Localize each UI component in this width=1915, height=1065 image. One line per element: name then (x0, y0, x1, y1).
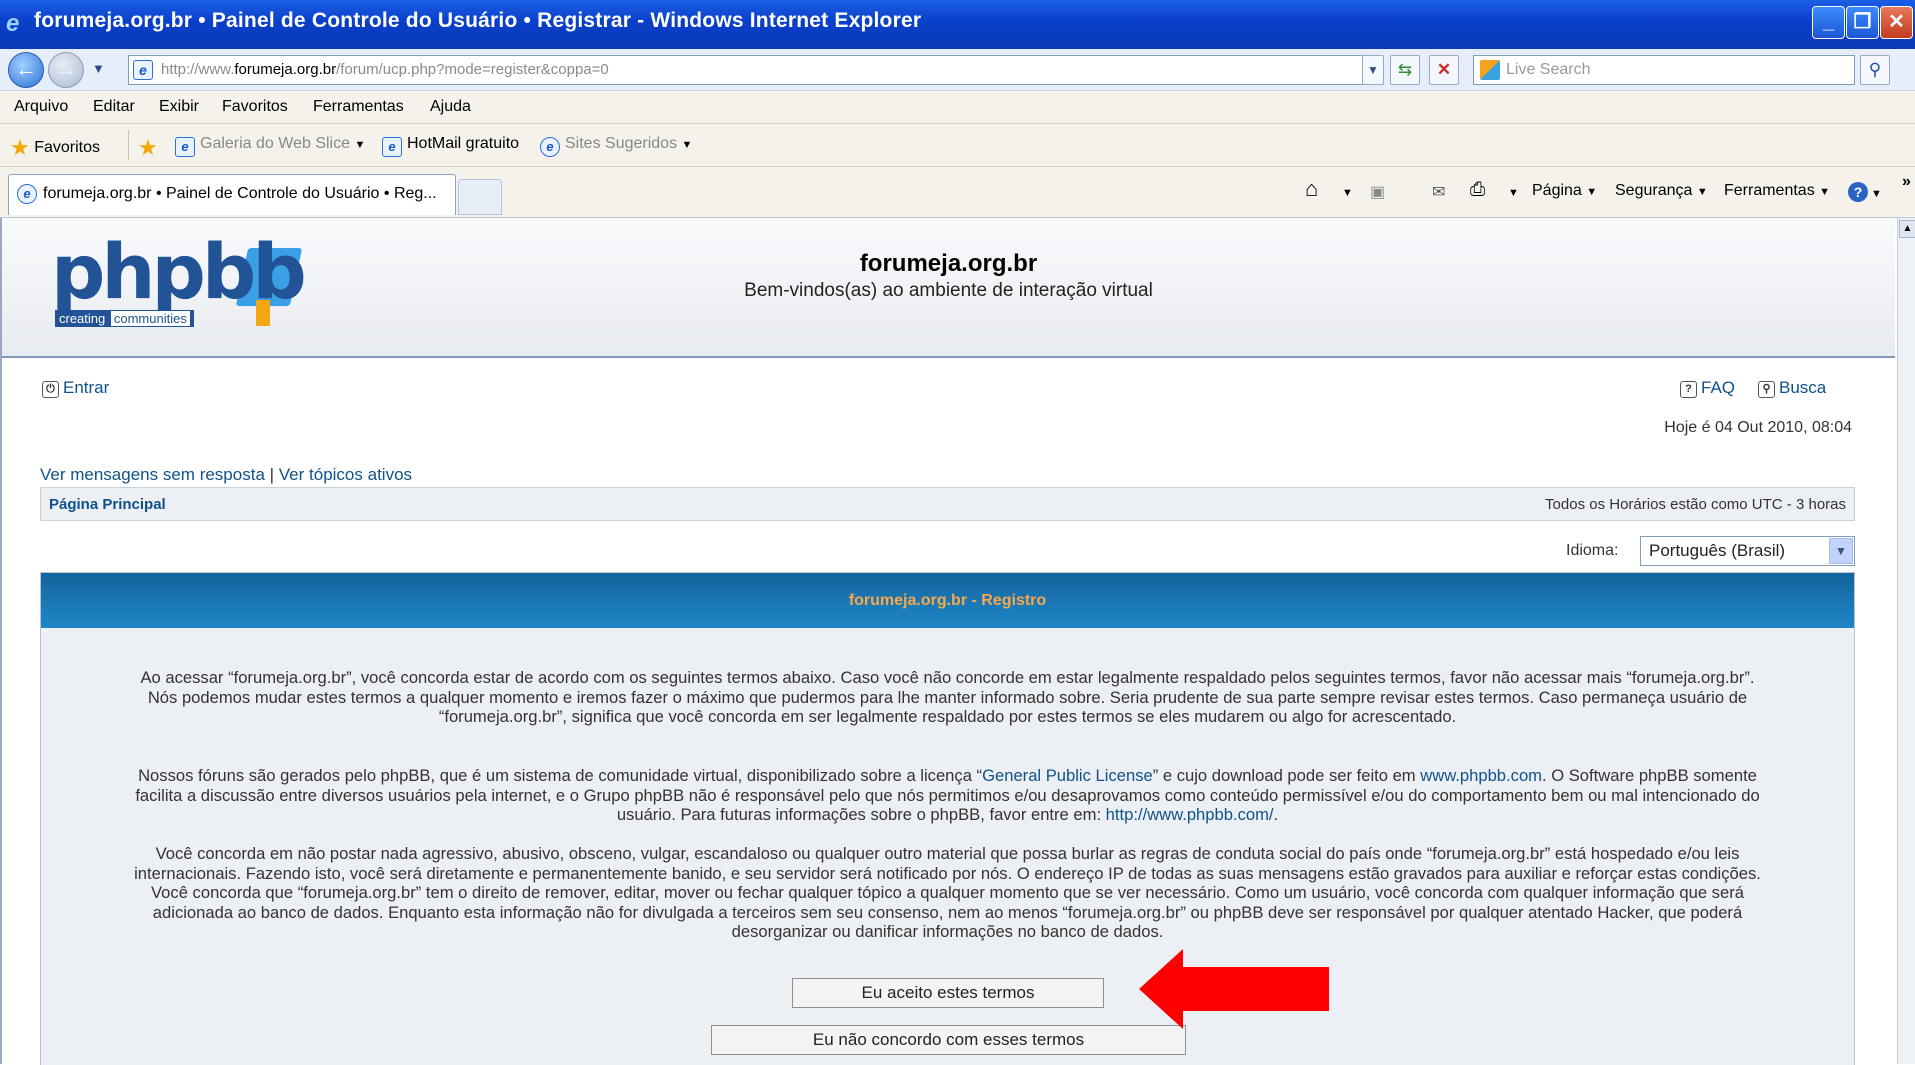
star-icon: ★ (10, 135, 30, 160)
favorites-bar: ★ Favoritos ★ e Galeria do Web Slice ▼ eH… (0, 124, 1915, 167)
menu-bar: Arquivo Editar Exibir Favoritos Ferramen… (0, 91, 1915, 124)
ie-page-icon: e (17, 184, 37, 204)
back-button[interactable]: ← (8, 52, 44, 88)
panel-heading: forumeja.org.br - Registro (848, 592, 1047, 609)
add-favorite-icon[interactable]: ★ (138, 135, 158, 161)
login-icon: ⏻ (42, 381, 59, 398)
language-select[interactable]: Português (Brasil) ▼ (1640, 536, 1855, 566)
print-dropdown-icon[interactable]: ▼ (1508, 187, 1519, 199)
address-field[interactable]: e http://www.forumeja.org.br/forum/ucp.p… (128, 55, 1363, 85)
breadcrumb-home-link[interactable]: Página Principal (49, 496, 166, 513)
fav-hotmail[interactable]: e HotMail gratuito (382, 135, 519, 157)
menu-favoritos[interactable]: Favoritos (222, 98, 288, 116)
phpbb-url-link[interactable]: http://www.phpbb.com/ (1106, 805, 1274, 824)
login-link[interactable]: ⏻ Entrar (42, 378, 109, 398)
tab-forumeja[interactable]: e forumeja.org.br • Painel de Controle d… (8, 174, 456, 215)
window-title: forumeja.org.br • Painel de Controle do … (34, 9, 922, 32)
registration-panel: forumeja.org.br - Registro Ao acessar “f… (40, 572, 1855, 1065)
window-title-bar: e forumeja.org.br • Painel de Controle d… (0, 0, 1915, 49)
active-topics-link[interactable]: Ver tópicos ativos (279, 465, 412, 484)
help-icon[interactable]: ? ▼ (1848, 182, 1882, 202)
tab-bar: e forumeja.org.br • Painel de Controle d… (0, 167, 1915, 218)
terms-paragraph-3: Você concorda em não postar nada agressi… (134, 844, 1761, 941)
forum-header: phpbb creating communities forumeja.org.… (2, 218, 1895, 358)
tools-menu[interactable]: Ferramentas ▼ (1724, 182, 1830, 200)
red-arrow-annotation (1139, 949, 1329, 1029)
gpl-link[interactable]: General Public License (982, 766, 1153, 785)
phpbb-site-link[interactable]: www.phpbb.com (1420, 766, 1542, 785)
new-tab-button[interactable] (458, 179, 502, 215)
ie-logo-icon: e (6, 10, 20, 37)
fav-galeria-web-slice[interactable]: e Galeria do Web Slice ▼ (175, 135, 365, 157)
maximize-button[interactable]: ❐ (1846, 6, 1879, 39)
home-icon[interactable]: ⌂ (1305, 176, 1318, 202)
fav-sites-sugeridos[interactable]: e Sites Sugeridos ▼ (540, 135, 692, 157)
vertical-scrollbar[interactable]: ▲ (1897, 218, 1915, 1064)
unanswered-posts-link[interactable]: Ver mensagens sem resposta (40, 465, 265, 484)
arrow-shape (1139, 949, 1329, 1029)
security-menu[interactable]: Segurança ▼ (1615, 182, 1708, 200)
stop-icon[interactable]: ✕ (1429, 55, 1459, 85)
magnifier-icon: ⚲ (1758, 381, 1775, 398)
live-search-icon (1480, 60, 1500, 80)
page-menu[interactable]: Página ▼ (1532, 182, 1597, 200)
panel-header: forumeja.org.br - Registro (41, 573, 1854, 628)
divider (128, 130, 129, 160)
address-toolbar: ← → ▼ e http://www.forumeja.org.br/forum… (0, 49, 1915, 91)
feeds-icon[interactable]: ▣ (1370, 182, 1385, 202)
forward-button[interactable]: → (48, 52, 84, 88)
address-dropdown-button[interactable]: ▼ (1362, 55, 1384, 85)
menu-editar[interactable]: Editar (93, 98, 135, 116)
page-icon: e (133, 60, 153, 80)
ie-page-icon: e (382, 137, 402, 157)
menu-ferramentas[interactable]: Ferramentas (313, 98, 404, 116)
chevron-down-icon: ▼ (1829, 538, 1853, 564)
site-title: forumeja.org.br (859, 250, 1038, 277)
terms-paragraph-2: Nossos fóruns são gerados pelo phpBB, qu… (135, 766, 1760, 824)
search-placeholder: Live Search (1506, 61, 1591, 78)
accept-terms-button[interactable]: Eu aceito estes termos (792, 978, 1104, 1008)
current-date: Hoje é 04 Out 2010, 08:04 (1664, 419, 1852, 436)
ie-page-icon: e (540, 137, 560, 157)
minimize-button[interactable]: _ (1812, 6, 1845, 39)
search-link[interactable]: ⚲ Busca (1758, 378, 1826, 398)
close-button[interactable]: ✕ (1880, 6, 1913, 39)
refresh-icon[interactable]: ⇆ (1390, 55, 1420, 85)
quick-links: Ver mensagens sem resposta | Ver tópicos… (40, 465, 413, 484)
address-url: http://www.forumeja.org.br/forum/ucp.php… (161, 61, 609, 78)
timezone-text: Todos os Horários estão como UTC - 3 hor… (1545, 496, 1846, 513)
recent-pages-dropdown-icon[interactable]: ▼ (92, 61, 105, 76)
more-commands-icon[interactable]: » (1902, 173, 1911, 191)
decline-terms-button[interactable]: Eu não concordo com esses termos (711, 1025, 1186, 1055)
breadcrumb: Página Principal Todos os Horários estão… (40, 487, 1855, 521)
home-dropdown-icon[interactable]: ▼ (1342, 187, 1353, 199)
menu-ajuda[interactable]: Ajuda (430, 98, 471, 116)
terms-paragraph-1: Ao acessar “forumeja.org.br”, você conco… (140, 668, 1755, 726)
search-icon[interactable]: ⚲ (1860, 55, 1890, 85)
search-input[interactable]: Live Search (1473, 55, 1855, 85)
mail-icon[interactable]: ✉ (1432, 182, 1445, 202)
site-description: Bem-vindos(as) ao ambiente de interação … (744, 280, 1153, 301)
scroll-up-icon[interactable]: ▲ (1899, 220, 1915, 238)
faq-link[interactable]: ? FAQ (1680, 378, 1735, 398)
faq-icon: ? (1680, 381, 1697, 398)
menu-exibir[interactable]: Exibir (159, 98, 199, 116)
language-label: Idioma: (1566, 542, 1619, 559)
menu-arquivo[interactable]: Arquivo (14, 98, 68, 116)
ie-page-icon: e (175, 137, 195, 157)
favorites-button[interactable]: ★ Favoritos (10, 135, 100, 161)
print-icon[interactable]: ⎙ (1470, 179, 1485, 201)
